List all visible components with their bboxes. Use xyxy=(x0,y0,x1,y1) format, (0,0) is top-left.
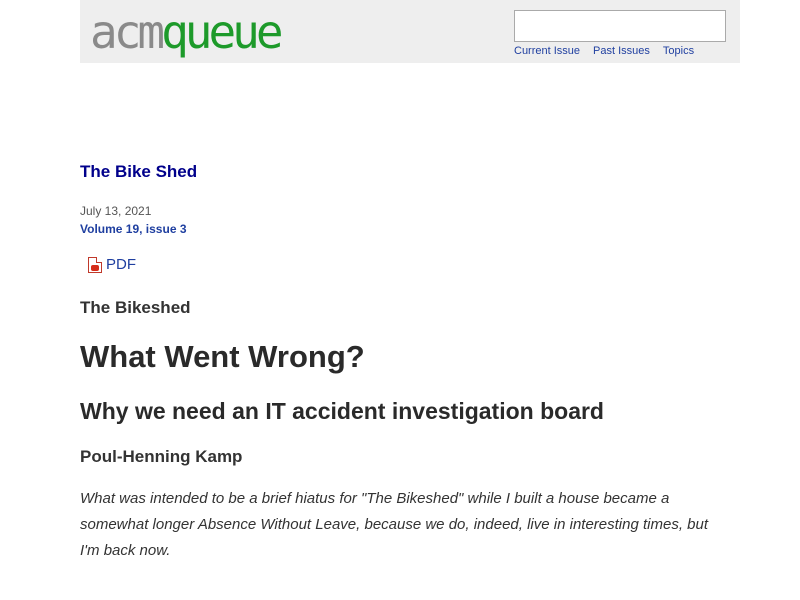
site-header: acm queue Current Issue Past Issues Topic… xyxy=(80,0,740,63)
volume-issue-link[interactable]: Volume 19, issue 3 xyxy=(80,222,187,236)
column-title-link[interactable]: The Bike Shed xyxy=(80,162,197,182)
nav-past-issues[interactable]: Past Issues xyxy=(593,45,650,57)
pdf-label: PDF xyxy=(106,256,136,273)
pdf-file-icon xyxy=(88,256,102,273)
article-subheadline: Why we need an IT accident investigation… xyxy=(80,398,604,424)
publish-date: July 13, 2021 xyxy=(80,204,152,218)
section-name: The Bikeshed xyxy=(80,298,191,317)
top-nav: Current Issue Past Issues Topics xyxy=(514,45,694,57)
logo-queue: queue xyxy=(161,5,284,59)
article-lede: What was intended to be a brief hiatus f… xyxy=(80,490,709,559)
pdf-download-link[interactable]: PDF xyxy=(88,256,136,273)
article-author: Poul-Henning Kamp xyxy=(80,447,243,466)
article-headline: What Went Wrong? xyxy=(80,339,365,374)
nav-current-issue[interactable]: Current Issue xyxy=(514,45,580,57)
search-input[interactable] xyxy=(514,10,726,42)
logo-acm: acm xyxy=(90,5,165,59)
nav-topics[interactable]: Topics xyxy=(663,45,694,57)
acm-queue-logo[interactable]: acm queue xyxy=(90,5,284,59)
